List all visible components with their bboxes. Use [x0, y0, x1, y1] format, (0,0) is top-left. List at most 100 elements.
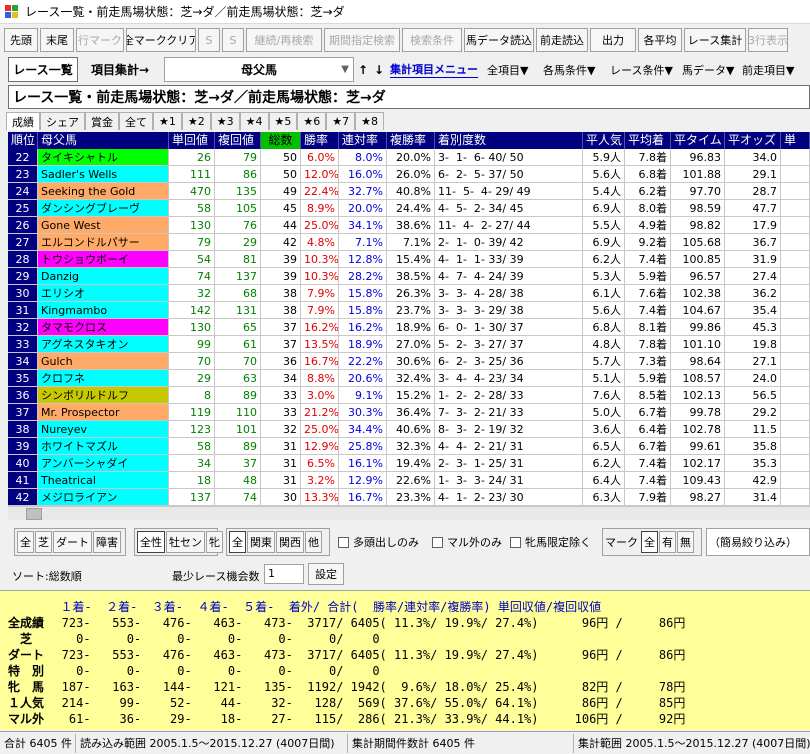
menu-race-condition[interactable]: レース条件▼ — [610, 57, 673, 82]
filter-mark_options-0[interactable]: 全 — [641, 531, 658, 553]
table-row[interactable]: 33 アグネスタキオン 99 61 37 13.5% 18.9% 27.0% 5- 2- 3- … — [8, 336, 810, 353]
tab-5[interactable]: ★2 — [181, 112, 211, 130]
table-row[interactable]: 30 エリシオ 32 68 38 7.9% 15.8% 26.3% 3- 3- 4- 28/ 3… — [8, 285, 810, 302]
tab-9[interactable]: ★6 — [297, 112, 327, 130]
table-row[interactable]: 39 ホワイトマズル 58 89 31 12.9% 25.8% 32.3% 4- 4- 2- 2… — [8, 438, 810, 455]
filter-region-1[interactable]: 関東 — [247, 531, 275, 553]
tab-0[interactable]: 成績 — [6, 112, 40, 130]
table-row[interactable]: 24 Seeking the Gold 470 135 49 22.4% 32.7% 40.8… — [8, 183, 810, 200]
horizontal-scrollbar[interactable] — [8, 506, 810, 520]
column-header-12[interactable]: 平オッズ — [725, 132, 781, 149]
aggregate-menu-link[interactable]: 集計項目メニュー — [390, 61, 478, 78]
filter-sex-1[interactable]: 牡セン — [166, 531, 205, 553]
menu-horse-data[interactable]: 馬データ▼ — [682, 57, 734, 82]
avg-pop-cell: 6.9人 — [583, 200, 625, 217]
toolbar-button-6[interactable]: 継続/再検索 — [246, 28, 322, 52]
foreign-only-checkbox[interactable]: マル外のみ — [432, 534, 502, 550]
filter-region-2[interactable]: 関西 — [276, 531, 304, 553]
tab-7[interactable]: ★4 — [239, 112, 269, 130]
table-row[interactable]: 29 Danzig 74 137 39 10.3% 28.2% 38.5% 4- 7- 4- 2… — [8, 268, 810, 285]
column-header-13[interactable]: 単 — [781, 132, 810, 149]
toolbar-button-0[interactable]: 先頭 — [4, 28, 38, 52]
table-row[interactable]: 31 Kingmambo 142 131 38 7.9% 15.8% 23.7% 3- 3- 3… — [8, 302, 810, 319]
checkbox-box[interactable] — [338, 536, 349, 548]
move-down-button[interactable]: ↓ — [372, 57, 386, 82]
toolbar-button-4[interactable]: S — [198, 28, 220, 52]
table-row[interactable]: 23 Sadler's Wells 111 86 50 12.0% 16.0% 26.0% 6-… — [8, 166, 810, 183]
checkbox-box[interactable] — [510, 536, 521, 548]
filter-mark_options-1[interactable]: 有 — [659, 531, 676, 553]
column-header-9[interactable]: 平人気 — [583, 132, 625, 149]
filter-mark_options-2[interactable]: 無 — [677, 531, 694, 553]
table-row[interactable]: 25 ダンシングブレーヴ 58 105 45 8.9% 20.0% 24.4% 4- 5- 2-… — [8, 200, 810, 217]
table-row[interactable]: 28 トウショウボーイ 54 81 39 10.3% 12.8% 15.4% 4- 1- 1- … — [8, 251, 810, 268]
checkbox-box[interactable] — [432, 536, 443, 548]
move-up-button[interactable]: ↑ — [356, 57, 370, 82]
table-row[interactable]: 37 Mr. Prospector 119 110 33 21.2% 30.3% 36.4% 7… — [8, 404, 810, 421]
column-header-10[interactable]: 平均着 — [625, 132, 671, 149]
table-row[interactable]: 34 Gulch 70 70 36 16.7% 22.2% 30.6% 6- 2- 3- 25/… — [8, 353, 810, 370]
filter-surface-2[interactable]: ダート — [53, 531, 92, 553]
filter-sex-2[interactable]: 牝 — [206, 531, 223, 553]
item-aggregate-label[interactable]: 項目集計→ — [80, 57, 160, 82]
toolbar-button-14[interactable]: 3行表示 — [748, 28, 788, 52]
tab-4[interactable]: ★1 — [153, 112, 182, 130]
column-header-7[interactable]: 複勝率 — [387, 132, 435, 149]
table-row[interactable]: 42 メジロライアン 137 74 30 13.3% 16.7% 23.3% 4- 1- 2- … — [8, 489, 810, 506]
table-row[interactable]: 26 Gone West 130 76 44 25.0% 34.1% 38.6% 11- 4- … — [8, 217, 810, 234]
aggregate-item-combo[interactable]: 母父馬 ▼ — [164, 57, 354, 82]
tab-8[interactable]: ★5 — [268, 112, 298, 130]
toolbar-button-5[interactable]: S — [222, 28, 244, 52]
filter-sex-0[interactable]: 全性 — [137, 531, 165, 553]
table-row[interactable]: 32 タマモクロス 130 65 37 16.2% 16.2% 18.9% 6- 0- 1- 3… — [8, 319, 810, 336]
min-races-input[interactable]: 1 — [264, 564, 304, 584]
tab-2[interactable]: 賞金 — [85, 112, 119, 130]
table-row[interactable]: 35 クロフネ 29 63 34 8.8% 20.6% 32.4% 3- 4- 4- 23/ 3… — [8, 370, 810, 387]
menu-previous-race[interactable]: 前走項目▼ — [742, 57, 794, 82]
column-header-5[interactable]: 勝率 — [301, 132, 339, 149]
tab-1[interactable]: シェア — [40, 112, 85, 130]
column-header-6[interactable]: 連対率 — [339, 132, 387, 149]
tab-3[interactable]: 全て — [119, 112, 153, 130]
filter-surface-3[interactable]: 障害 — [93, 531, 121, 553]
exclude-filly-checkbox[interactable]: 牝馬限定除く — [510, 534, 591, 550]
tab-10[interactable]: ★7 — [326, 112, 356, 130]
toolbar-button-2[interactable]: 行マーク — [76, 28, 124, 52]
menu-all-items[interactable]: 全項目▼ — [487, 57, 528, 82]
toolbar-button-11[interactable]: 出力 — [590, 28, 636, 52]
race-list-button[interactable]: レース一覧 — [8, 57, 78, 82]
simple-filter-combo[interactable]: （簡易絞り込み） — [706, 528, 810, 556]
table-row[interactable]: 36 シンボリルドルフ 8 89 33 3.0% 9.1% 15.2% 1- 2- 2- 28/… — [8, 387, 810, 404]
scrollbar-thumb[interactable] — [26, 508, 42, 520]
table-row[interactable]: 27 エルコンドルパサー 79 29 42 4.8% 7.1% 7.1% 2- 1- 0- 39… — [8, 234, 810, 251]
filter-surface-0[interactable]: 全 — [17, 531, 34, 553]
set-button[interactable]: 設定 — [308, 563, 344, 585]
toolbar-button-9[interactable]: 馬データ読込 — [464, 28, 534, 52]
column-header-2[interactable]: 単回値 — [169, 132, 215, 149]
column-header-1[interactable]: 母父馬 — [38, 132, 169, 149]
tab-6[interactable]: ★3 — [210, 112, 240, 130]
filter-region-0[interactable]: 全 — [229, 531, 246, 553]
filter-surface-1[interactable]: 芝 — [35, 531, 52, 553]
multi-entry-checkbox[interactable]: 多頭出しのみ — [338, 534, 419, 550]
toolbar-button-8[interactable]: 検索条件 — [402, 28, 462, 52]
column-header-8[interactable]: 着別度数 — [435, 132, 583, 149]
column-header-3[interactable]: 複回値 — [215, 132, 261, 149]
menu-horse-condition[interactable]: 各馬条件▼ — [543, 57, 595, 82]
total-cell: 32 — [261, 421, 301, 438]
column-header-0[interactable]: 順位 — [8, 132, 38, 149]
toolbar-button-3[interactable]: 全マーククリア — [126, 28, 196, 52]
toolbar-button-12[interactable]: 各平均 — [638, 28, 682, 52]
table-row[interactable]: 22 タイキシャトル 26 79 50 6.0% 8.0% 20.0% 3- 1- 6- 40/… — [8, 149, 810, 166]
toolbar-button-1[interactable]: 末尾 — [40, 28, 74, 52]
column-header-11[interactable]: 平タイム — [671, 132, 725, 149]
column-header-4[interactable]: 総数 — [261, 132, 301, 149]
toolbar-button-13[interactable]: レース集計 — [684, 28, 746, 52]
filter-region-3[interactable]: 他 — [305, 531, 322, 553]
table-row[interactable]: 38 Nureyev 123 101 32 25.0% 34.4% 40.6% 8- 3- 2-… — [8, 421, 810, 438]
toolbar-button-7[interactable]: 期間指定検索 — [324, 28, 400, 52]
table-row[interactable]: 40 アンバーシャダイ 34 37 31 6.5% 16.1% 19.4% 2- 3- 1- 2… — [8, 455, 810, 472]
table-row[interactable]: 41 Theatrical 18 48 31 3.2% 12.9% 22.6% 1- 3- 3-… — [8, 472, 810, 489]
toolbar-button-10[interactable]: 前走読込 — [536, 28, 588, 52]
tab-11[interactable]: ★8 — [355, 112, 384, 130]
